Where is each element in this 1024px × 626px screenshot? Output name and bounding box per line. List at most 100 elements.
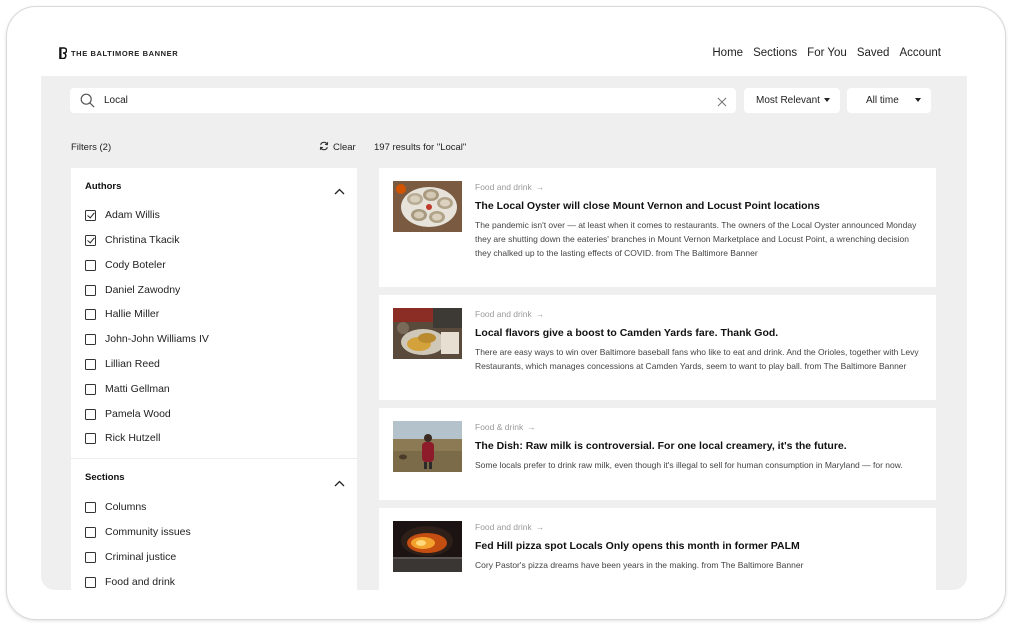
checkbox[interactable]: [85, 432, 96, 444]
article-summary: Some locals prefer to drink raw milk, ev…: [475, 460, 903, 470]
arrow-right-icon: →: [535, 182, 545, 192]
article-thumbnail-camden-yards[interactable]: [393, 308, 462, 359]
filter-label: Community issues: [105, 526, 191, 538]
section-filter-food-and-drink[interactable]: Food and drink: [85, 576, 175, 588]
filter-label: John-John Williams IV: [105, 333, 209, 345]
checkbox[interactable]: [85, 551, 96, 563]
filter-label: Christina Tkacik: [105, 234, 180, 246]
article-headline[interactable]: Fed Hill pizza spot Locals Only opens th…: [475, 540, 800, 552]
chevron-up-icon[interactable]: [334, 182, 345, 200]
result-card[interactable]: Food and drink → Fed Hill pizza spot Loca…: [379, 508, 936, 590]
filter-label: Adam Willis: [105, 209, 160, 221]
filter-label: Rick Hutzell: [105, 432, 161, 444]
article-summary: Cory Pastor's pizza dreams have been yea…: [475, 560, 804, 570]
article-kicker[interactable]: Food and drink →: [475, 309, 544, 319]
nav-saved[interactable]: Saved: [857, 47, 890, 59]
author-filter-daniel-zawodny[interactable]: Daniel Zawodny: [85, 284, 180, 296]
article-headline[interactable]: The Dish: Raw milk is controversial. For…: [475, 440, 847, 452]
clear-filters-label: Clear: [333, 142, 356, 153]
filter-label: Criminal justice: [105, 551, 177, 563]
filter-label: Cody Boteler: [105, 259, 166, 271]
filter-label: Matti Gellman: [105, 383, 170, 395]
checkbox[interactable]: [85, 383, 96, 395]
article-kicker[interactable]: Food and drink →: [475, 182, 544, 192]
checkbox[interactable]: [85, 358, 96, 370]
filter-label: Daniel Zawodny: [105, 284, 181, 296]
article-thumbnail-oysters[interactable]: [393, 181, 462, 232]
result-card[interactable]: Food and drink → Local flavors give a boo…: [379, 295, 936, 400]
article-thumbnail-pizza-oven[interactable]: [393, 521, 462, 572]
authors-section-title: Authors: [85, 181, 122, 192]
sections-section-title: Sections: [85, 472, 125, 483]
section-filter-criminal-justice[interactable]: Criminal justice: [85, 551, 176, 563]
caret-down-icon: [824, 98, 830, 102]
refresh-icon: [319, 141, 329, 154]
author-filter-matti-gellman[interactable]: Matti Gellman: [85, 383, 170, 395]
arrow-right-icon: →: [535, 522, 545, 532]
article-summary: The pandemic isn't over — at least when …: [475, 220, 917, 258]
article-kicker[interactable]: Food & drink →: [475, 422, 536, 432]
section-filter-community-issues[interactable]: Community issues: [85, 526, 191, 538]
checkbox-checked[interactable]: [85, 234, 96, 246]
author-filter-adam-willis[interactable]: Adam Willis: [85, 209, 160, 221]
filter-label: Pamela Wood: [105, 408, 171, 420]
time-select-value: All time: [866, 95, 899, 106]
kicker-label: Food and drink: [475, 522, 532, 532]
filters-title: Filters (2): [71, 142, 112, 153]
checkbox[interactable]: [85, 501, 96, 513]
checkbox[interactable]: [85, 284, 96, 296]
author-filter-rick-hutzell[interactable]: Rick Hutzell: [85, 432, 160, 444]
nav-sections[interactable]: Sections: [753, 47, 797, 59]
filter-label: Hallie Miller: [105, 308, 160, 320]
search-icon: [80, 93, 95, 113]
clear-search-icon[interactable]: [717, 94, 727, 112]
browser-frame: THE BALTIMORE BANNER Home Sections For Y…: [6, 6, 1006, 620]
caret-down-icon: [915, 98, 921, 102]
checkbox[interactable]: [85, 408, 96, 420]
chevron-up-icon[interactable]: [334, 474, 345, 492]
nav-home[interactable]: Home: [712, 47, 743, 59]
article-headline[interactable]: Local flavors give a boost to Camden Yar…: [475, 327, 778, 339]
author-filter-lillian-reed[interactable]: Lillian Reed: [85, 358, 160, 370]
checkbox[interactable]: [85, 333, 96, 345]
result-card[interactable]: Food and drink → The Local Oyster will cl…: [379, 168, 936, 287]
result-card[interactable]: Food & drink → The Dish: Raw milk is cont…: [379, 408, 936, 500]
article-headline[interactable]: The Local Oyster will close Mount Vernon…: [475, 200, 820, 212]
nav-account[interactable]: Account: [899, 47, 941, 59]
author-filter-christina-tkacik[interactable]: Christina Tkacik: [85, 234, 180, 246]
checkbox[interactable]: [85, 308, 96, 320]
checkbox[interactable]: [85, 259, 96, 271]
site-logo[interactable]: THE BALTIMORE BANNER: [59, 47, 178, 59]
arrow-right-icon: →: [535, 309, 545, 319]
results-count: 197 results for "Local": [374, 142, 467, 153]
author-filter-john-john-williams[interactable]: John-John Williams IV: [85, 333, 209, 345]
site-header: THE BALTIMORE BANNER Home Sections For Y…: [7, 7, 1005, 77]
nav-for-you[interactable]: For You: [807, 47, 847, 59]
sort-select[interactable]: Most Relevant: [744, 88, 840, 113]
kicker-label: Food & drink: [475, 422, 524, 432]
author-filter-pamela-wood[interactable]: Pamela Wood: [85, 408, 171, 420]
time-select[interactable]: All time: [847, 88, 931, 113]
clear-filters-button[interactable]: Clear: [319, 141, 356, 154]
checkbox[interactable]: [85, 526, 96, 538]
banner-logo-icon: [59, 47, 67, 59]
filter-label: Lillian Reed: [105, 358, 160, 370]
author-filter-hallie-miller[interactable]: Hallie Miller: [85, 308, 159, 320]
arrow-right-icon: →: [527, 422, 536, 432]
main-nav: Home Sections For You Saved Account: [712, 47, 941, 59]
section-filter-columns[interactable]: Columns: [85, 501, 146, 513]
kicker-label: Food and drink: [475, 182, 532, 192]
article-thumbnail-creamery[interactable]: [393, 421, 462, 472]
section-divider: [71, 458, 357, 459]
kicker-label: Food and drink: [475, 309, 532, 319]
search-input[interactable]: [104, 92, 684, 109]
search-page: Most Relevant All time Filters (2) Clear…: [41, 76, 967, 590]
author-filter-cody-boteler[interactable]: Cody Boteler: [85, 259, 166, 271]
brand-name: THE BALTIMORE BANNER: [71, 48, 179, 58]
checkbox[interactable]: [85, 576, 96, 588]
article-kicker[interactable]: Food and drink →: [475, 522, 544, 532]
filters-panel: Authors Adam Willis Christina Tkacik Cod…: [71, 168, 357, 590]
article-summary: There are easy ways to win over Baltimor…: [475, 347, 919, 371]
filter-label: Food and drink: [105, 576, 176, 588]
checkbox-checked[interactable]: [85, 209, 96, 221]
